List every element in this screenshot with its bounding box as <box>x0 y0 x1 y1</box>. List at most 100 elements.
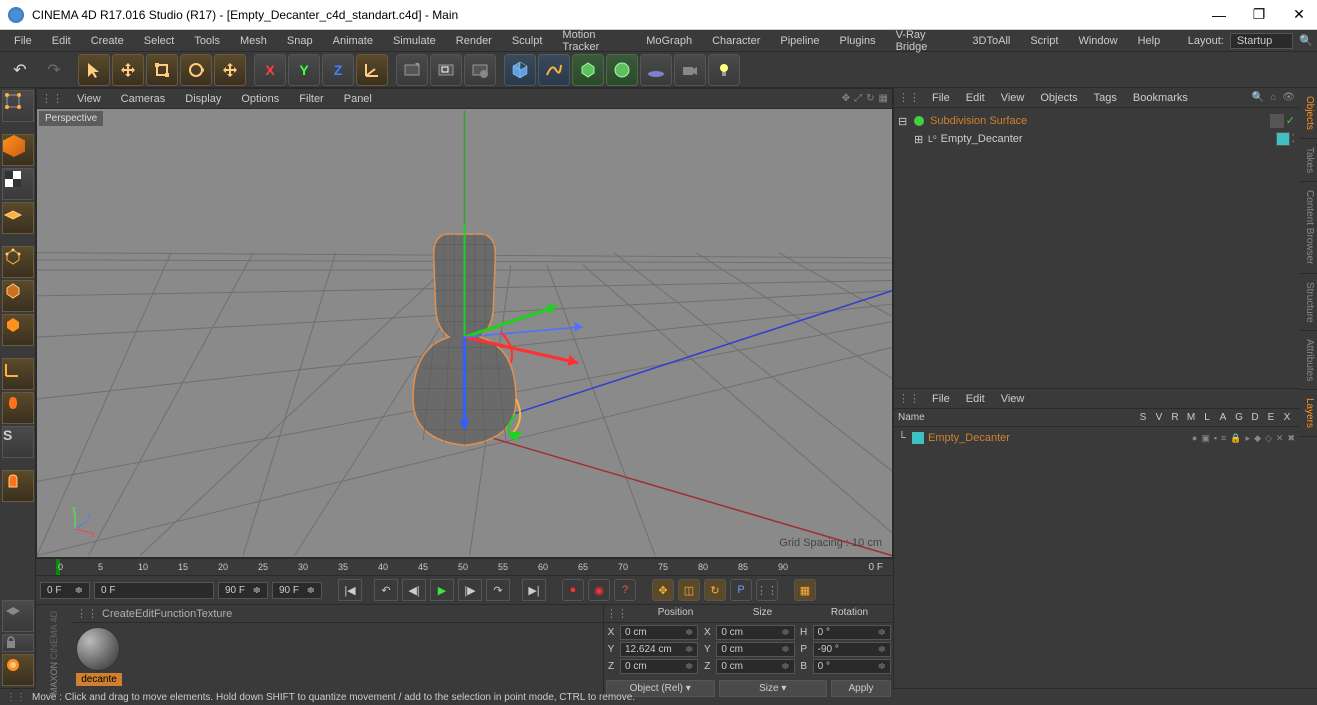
menu-file[interactable]: File <box>4 30 42 51</box>
redo-button[interactable]: ↷ <box>38 54 70 86</box>
menu-tools[interactable]: Tools <box>184 30 230 51</box>
layer-xref-icon[interactable]: ✖ <box>1287 433 1295 444</box>
filter-button[interactable] <box>2 600 34 632</box>
objects-menu-bookmarks[interactable]: Bookmarks <box>1125 92 1196 104</box>
frame-start-field[interactable]: 0 F≑ <box>40 582 90 599</box>
rot-h-field[interactable]: 0 °≑ <box>813 625 891 640</box>
add-environment-button[interactable] <box>640 54 672 86</box>
coord-grip-icon[interactable]: ⋮⋮ <box>606 607 628 622</box>
size-z-field[interactable]: 0 cm≑ <box>716 659 794 674</box>
tag-visibility[interactable] <box>1270 114 1284 128</box>
add-light-button[interactable] <box>708 54 740 86</box>
menu-mesh[interactable]: Mesh <box>230 30 277 51</box>
tab-attributes[interactable]: Attributes <box>1299 331 1317 390</box>
tab-objects[interactable]: Objects <box>1299 88 1317 139</box>
play-button[interactable]: ▶ <box>430 579 454 601</box>
menu-create[interactable]: Create <box>81 30 134 51</box>
expand-icon[interactable]: ⊞ <box>914 133 924 146</box>
viewport-solo-button[interactable] <box>2 392 34 424</box>
points-mode-button[interactable] <box>2 246 34 278</box>
layer-expr-icon[interactable]: ✕ <box>1276 433 1284 444</box>
add-camera-button[interactable] <box>674 54 706 86</box>
objects-menu-edit[interactable]: Edit <box>958 92 993 104</box>
layer-expand-icon[interactable]: └ <box>898 432 908 444</box>
pos-x-field[interactable]: 0 cm≑ <box>620 625 698 640</box>
frame-out-field[interactable]: 90 F≑ <box>218 582 268 599</box>
viewport-menu-view[interactable]: View <box>67 93 111 105</box>
render-region-button[interactable] <box>430 54 462 86</box>
go-end-button[interactable]: ▶| <box>522 579 546 601</box>
coord-apply-button[interactable]: Apply <box>831 680 891 697</box>
snap-button[interactable]: S <box>2 426 34 458</box>
viewport-menu-cameras[interactable]: Cameras <box>111 93 176 105</box>
objects-menu-tags[interactable]: Tags <box>1086 92 1125 104</box>
tab-content-browser[interactable]: Content Browser <box>1299 182 1317 273</box>
objects-eye-icon[interactable]: 👁 <box>1282 92 1295 103</box>
polygons-mode-button[interactable] <box>2 314 34 346</box>
key-param-button[interactable]: P <box>730 579 752 601</box>
tag-check-icon[interactable]: ✓ <box>1286 114 1295 128</box>
model-mode-button[interactable] <box>2 134 34 166</box>
material-menu-function[interactable]: Function <box>154 608 196 620</box>
menu-window[interactable]: Window <box>1068 30 1127 51</box>
layer-render-icon[interactable]: ▪ <box>1214 433 1217 444</box>
viewport-menu-display[interactable]: Display <box>175 93 231 105</box>
locked-workplane-button[interactable] <box>2 470 34 502</box>
material-menu-edit[interactable]: Edit <box>135 608 154 620</box>
key-pos-button[interactable]: ✥ <box>652 579 674 601</box>
go-start-button[interactable]: |◀ <box>338 579 362 601</box>
menu-render[interactable]: Render <box>446 30 502 51</box>
material-name[interactable]: decante <box>76 673 122 686</box>
key-scale-button[interactable]: ◫ <box>678 579 700 601</box>
layer-manager-icon[interactable]: ≡ <box>1221 433 1226 444</box>
layout-select[interactable]: Startup <box>1230 33 1293 49</box>
objects-menu-view[interactable]: View <box>993 92 1033 104</box>
viewport-rotate-icon[interactable]: ↻ <box>866 93 874 104</box>
material-swatch[interactable]: decante <box>76 627 122 695</box>
viewport-menu-options[interactable]: Options <box>231 93 289 105</box>
layer-gen-icon[interactable]: ◆ <box>1254 433 1261 444</box>
objects-menu-objects[interactable]: Objects <box>1032 92 1085 104</box>
motion-clip-button[interactable]: ▦ <box>794 579 816 601</box>
objects-home-icon[interactable]: ⌂ <box>1270 92 1276 103</box>
axis-button[interactable] <box>2 358 34 390</box>
objects-search-icon[interactable]: 🔍 <box>1252 92 1264 103</box>
layers-menu-edit[interactable]: Edit <box>958 393 993 405</box>
viewport-nav-icon[interactable]: ✥ <box>842 93 850 104</box>
layer-lock-icon[interactable]: 🔒 <box>1230 433 1241 444</box>
expand-icon[interactable]: ⊟ <box>898 115 908 128</box>
object-row-subdiv[interactable]: ⊟ Subdivision Surface ✓ <box>898 112 1295 130</box>
layer-view-icon[interactable]: ▣ <box>1201 433 1210 444</box>
add-generator-button[interactable] <box>572 54 604 86</box>
menu-vray-bridge[interactable]: V-Ray Bridge <box>886 30 963 51</box>
make-editable-button[interactable] <box>2 90 34 122</box>
texture-mode-button[interactable] <box>2 168 34 200</box>
menu-simulate[interactable]: Simulate <box>383 30 446 51</box>
menu-help[interactable]: Help <box>1128 30 1171 51</box>
add-spline-button[interactable] <box>538 54 570 86</box>
layers-grip-icon[interactable]: ⋮⋮ <box>898 392 920 405</box>
add-deformer-button[interactable] <box>606 54 638 86</box>
timeline-ruler[interactable]: 0 5 10 15 20 25 30 35 40 45 50 55 60 65 … <box>36 558 893 576</box>
close-button[interactable]: ✕ <box>1289 5 1309 25</box>
autokey-button[interactable]: ◉ <box>588 579 610 601</box>
rot-b-field[interactable]: 0 °≑ <box>813 659 891 674</box>
misc-button[interactable] <box>2 654 34 686</box>
menu-3dtoall[interactable]: 3DToAll <box>962 30 1020 51</box>
menu-snap[interactable]: Snap <box>277 30 323 51</box>
layer-def-icon[interactable]: ◇ <box>1265 433 1272 444</box>
size-x-field[interactable]: 0 cm≑ <box>716 625 794 640</box>
tab-layers[interactable]: Layers <box>1299 390 1317 437</box>
material-grip-icon[interactable]: ⋮⋮ <box>76 607 98 620</box>
layer-color-swatch[interactable] <box>912 432 924 444</box>
lock-button[interactable] <box>2 634 34 652</box>
menu-select[interactable]: Select <box>134 30 185 51</box>
layer-row[interactable]: └ Empty_Decanter ● ▣ ▪ ≡ 🔒 ▸ ◆ ◇ ✕ <box>898 429 1295 447</box>
viewport[interactable]: Perspective <box>37 109 892 557</box>
viewport-grip-icon[interactable]: ⋮⋮ <box>41 92 63 105</box>
layers-menu-view[interactable]: View <box>993 393 1033 405</box>
menu-plugins[interactable]: Plugins <box>830 30 886 51</box>
render-view-button[interactable] <box>396 54 428 86</box>
pos-z-field[interactable]: 0 cm≑ <box>620 659 698 674</box>
key-pla-button[interactable]: ⋮⋮ <box>756 579 778 601</box>
